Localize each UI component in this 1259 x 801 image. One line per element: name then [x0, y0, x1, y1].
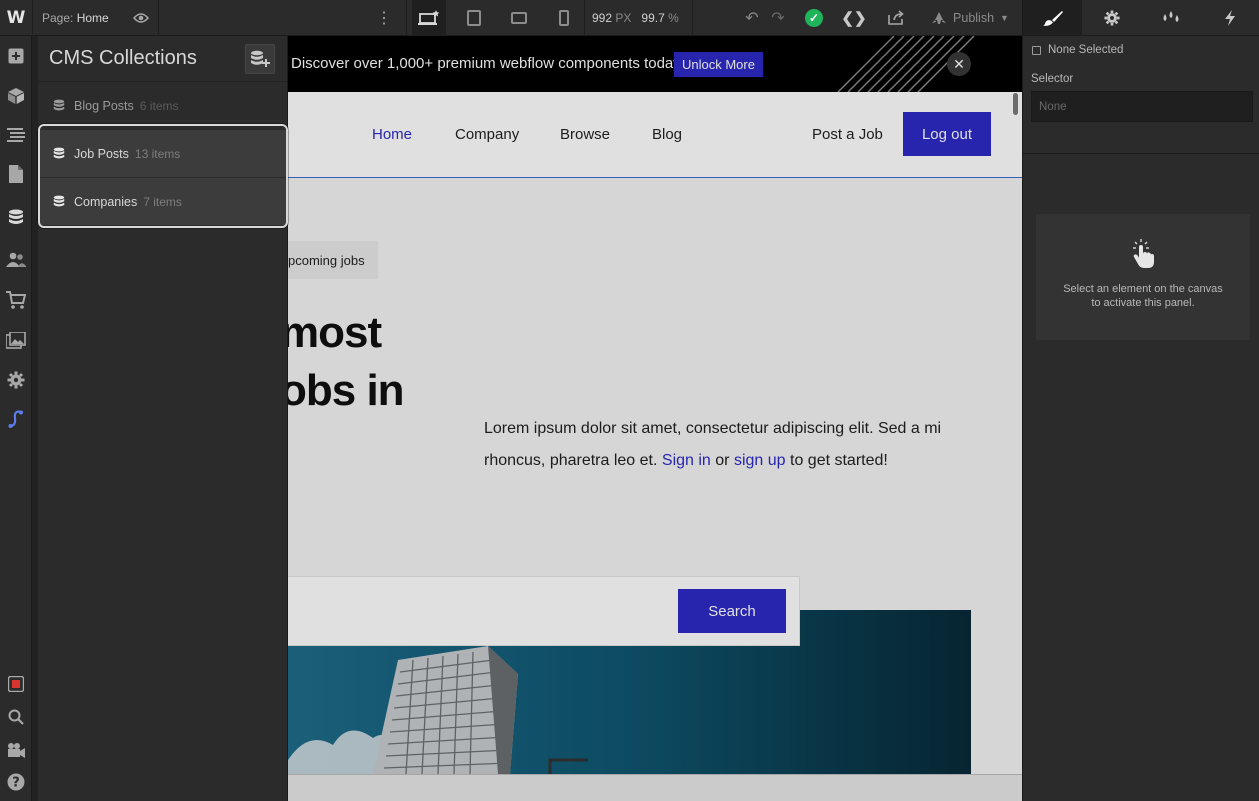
zoom-unit: % [668, 11, 679, 25]
assets-images-icon[interactable] [0, 323, 32, 359]
selector-label: Selector [1031, 73, 1074, 85]
pages-icon[interactable] [0, 156, 32, 192]
collection-database-icon [53, 99, 65, 111]
undo-icon[interactable]: ↶ [740, 0, 764, 36]
page-prefix: Page: [42, 11, 74, 25]
element-settings-gear-icon[interactable] [1082, 0, 1141, 35]
video-tutorials-icon[interactable] [0, 732, 32, 768]
more-options-icon[interactable]: ⋮ [372, 0, 396, 36]
collection-job-posts[interactable]: Job Posts 13 items [38, 130, 288, 178]
style-manager-drops-icon[interactable] [1141, 0, 1200, 35]
empty-panel-card: Select an element on the canvas to activ… [1035, 213, 1251, 341]
redo-icon[interactable]: ↷ [766, 0, 790, 36]
collection-companies[interactable]: Companies 7 items [38, 178, 288, 226]
style-brush-icon[interactable] [1023, 0, 1082, 35]
search-icon[interactable] [0, 699, 32, 735]
chevron-down-icon: ▼ [1000, 13, 1009, 23]
svg-text:?: ? [12, 776, 20, 791]
checkbox[interactable] [1032, 45, 1041, 55]
settings-gear-icon[interactable] [0, 362, 32, 398]
canvas-dimensions: 992 PX 99.7 % [592, 0, 679, 36]
collection-database-icon [53, 195, 65, 206]
none-selected-row[interactable]: None Selected [1023, 36, 1259, 64]
divider [1023, 153, 1259, 154]
collection-count: 6 items [139, 99, 179, 113]
selector-placeholder: None [1039, 100, 1067, 113]
page-selector[interactable]: Page: Home [42, 0, 109, 36]
collection-blog-posts[interactable]: Blog Posts 6 items [38, 82, 288, 130]
help-icon[interactable]: ? [0, 764, 32, 800]
add-collection-button[interactable] [245, 44, 275, 74]
symbols-box-icon[interactable] [0, 78, 32, 114]
page-name: Home [76, 11, 109, 25]
export-icon[interactable] [881, 0, 911, 36]
right-style-panel: None Selected Selector None Select an el… [1022, 0, 1259, 801]
mobile-landscape-breakpoint-icon[interactable] [502, 0, 536, 36]
interactions-lightning-icon[interactable] [1200, 0, 1259, 35]
collection-name: Companies [74, 194, 138, 209]
preview-eye-icon[interactable] [126, 0, 156, 36]
collection-database-icon [53, 147, 65, 158]
zoom-value: 99.7 [641, 11, 665, 25]
selector-input[interactable]: None [1031, 91, 1253, 122]
collection-name: Job Posts [74, 146, 129, 161]
publish-label: Publish [953, 11, 995, 25]
users-icon[interactable] [0, 242, 32, 278]
code-icon[interactable]: ❮❯ [840, 0, 868, 36]
status-check-icon[interactable]: ✓ [803, 0, 825, 36]
none-selected-label: None Selected [1048, 44, 1124, 56]
tablet-breakpoint-icon[interactable] [457, 0, 491, 36]
cms-database-icon[interactable] [0, 200, 32, 236]
collection-count: 13 items [134, 146, 181, 161]
collection-name: Blog Posts [74, 99, 134, 113]
add-database-icon [251, 50, 270, 67]
publish-button[interactable]: Publish ▼ [922, 0, 1018, 36]
webflow-logo[interactable]: W [0, 0, 32, 36]
top-toolbar: W Page: Home ⋮ 992 PX 99.7 % ↶ ↷ ✓ ❮❯ Pu… [0, 0, 1022, 36]
right-panel-tabs [1023, 0, 1259, 36]
collection-count: 7 items [143, 194, 182, 209]
mobile-portrait-breakpoint-icon[interactable] [547, 0, 581, 36]
empty-text-line-2: to activate this panel. [1091, 297, 1195, 309]
webflow-designer: W Page: Home ⋮ 992 PX 99.7 % ↶ ↷ ✓ ❮❯ Pu… [0, 0, 1259, 801]
record-icon[interactable] [0, 666, 32, 702]
left-toolbar: ? [0, 36, 32, 801]
ecommerce-cart-icon[interactable] [0, 282, 32, 318]
empty-text-line-1: Select an element on the canvas [1063, 283, 1223, 295]
desktop-breakpoint-icon[interactable] [412, 0, 446, 36]
navigator-icon[interactable] [0, 117, 32, 153]
width-unit: PX [615, 11, 632, 25]
width-value: 992 [592, 11, 613, 25]
pointer-hand-icon [1133, 239, 1154, 268]
rocket-icon [932, 12, 947, 24]
logic-flow-icon[interactable] [0, 401, 32, 437]
add-element-icon[interactable] [0, 38, 32, 74]
cms-collections-panel: CMS Collections Blog Posts 6 items Job Po… [38, 36, 288, 801]
canvas-dim-overlay [288, 36, 1022, 801]
